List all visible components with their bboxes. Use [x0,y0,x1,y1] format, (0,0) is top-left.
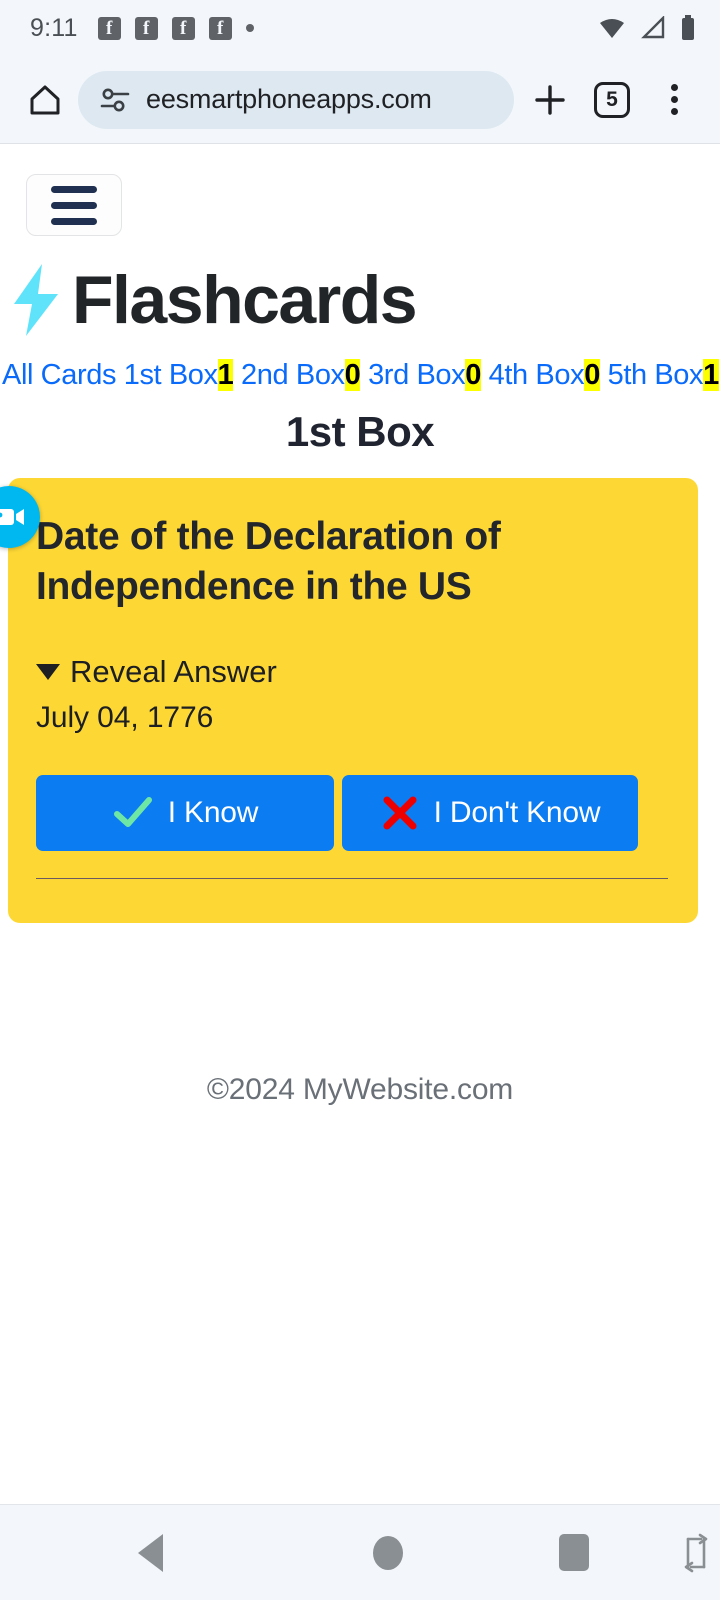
nav-label: All Cards [2,359,117,391]
recents-icon [559,1534,589,1571]
nav-link-2nd-box[interactable]: 2nd Box0 [241,359,361,391]
back-icon [137,1533,163,1572]
plus-icon [535,84,565,115]
status-bar: 9:11 f f f f [0,0,720,56]
web-page-content: Flashcards All Cards 1st Box1 2nd Box0 3… [0,144,720,1504]
rotate-screen-icon [684,1533,708,1572]
nav-link-4th-box[interactable]: 4th Box0 [489,359,600,391]
nav-link-5th-box[interactable]: 5th Box1 [608,359,719,391]
nav-label: 2nd Box [241,359,345,391]
flashcard-answer: July 04, 1776 [36,700,214,734]
page-title: Flashcards [72,262,418,338]
i-know-label: I Know [167,795,259,829]
i-dont-know-button[interactable]: I Don't Know [342,774,638,851]
site-brand: Flashcards [8,262,720,338]
nav-count-badge: 0 [344,359,361,391]
nav-link-3rd-box[interactable]: 3rd Box0 [368,359,481,391]
browser-toolbar: eesmartphoneapps.com 5 [0,56,720,144]
i-dont-know-label: I Don't Know [433,795,601,829]
status-system-icons [598,15,696,41]
facebook-icon: f [208,16,232,40]
tab-count-badge: 5 [594,81,630,118]
nav-label: 1st Box [123,359,218,391]
battery-icon [682,15,694,40]
facebook-icon: f [171,16,195,40]
url-text: eesmartphoneapps.com [146,84,432,114]
phone-screen: 9:11 f f f f eesmartphoneapps.com 5 Flas… [0,0,720,1600]
cellular-signal-icon [641,16,665,39]
android-rotate-button[interactable] [672,1533,720,1573]
flashcard-actions: I Know I Don't Know [36,774,668,851]
card-divider [36,877,668,879]
notification-icons: f f f f [97,16,598,40]
flashcard: Date of the Declaration of Independence … [8,477,698,923]
more-notifications-dot-icon [245,24,254,32]
check-icon [113,796,152,827]
cross-icon [383,796,417,830]
nav-count-badge: 0 [584,359,600,391]
browser-menu-button[interactable] [648,74,700,126]
wifi-icon [600,19,624,38]
nav-label: 3rd Box [368,359,466,391]
android-recents-button[interactable] [476,1534,672,1571]
tune-icon[interactable] [98,86,132,114]
home-circle-icon [373,1535,403,1570]
nav-count-badge: 0 [465,359,481,391]
android-navigation-bar [0,1504,720,1600]
more-options-icon [670,84,678,115]
home-button[interactable] [22,77,68,123]
android-home-button[interactable] [300,1535,476,1570]
lightning-bolt-icon [14,264,58,336]
url-bar[interactable]: eesmartphoneapps.com [78,70,514,129]
nav-link-all-cards[interactable]: All Cards [2,359,116,391]
home-icon [30,85,60,114]
facebook-icon: f [97,16,121,40]
nav-link-1st-box[interactable]: 1st Box1 [124,359,234,391]
reveal-answer-toggle[interactable]: Reveal Answer [36,654,668,690]
site-footer: ©2024 MyWebsite.com [206,1072,514,1106]
android-back-button[interactable] [0,1533,300,1572]
menu-icon-bar [51,201,97,209]
nav-count-badge: 1 [703,359,719,391]
tab-switcher-button[interactable]: 5 [586,74,638,126]
menu-icon-bar [51,217,97,225]
new-tab-button[interactable] [524,74,576,126]
reveal-answer-label: Reveal Answer [70,653,277,689]
nav-label: 5th Box [607,359,704,391]
box-navigation: All Cards 1st Box1 2nd Box0 3rd Box0 4th… [0,359,720,392]
caret-down-icon [36,663,60,680]
facebook-icon: f [134,16,158,40]
video-camera-icon [0,509,24,525]
nav-label: 4th Box [488,359,585,391]
box-heading: 1st Box [285,407,435,455]
flashcard-question: Date of the Declaration of Independence … [36,514,501,608]
nav-count-badge: 1 [217,359,234,391]
site-menu-button[interactable] [26,174,122,236]
status-time: 9:11 [30,13,78,42]
i-know-button[interactable]: I Know [36,774,334,851]
menu-icon-bar [51,185,97,193]
